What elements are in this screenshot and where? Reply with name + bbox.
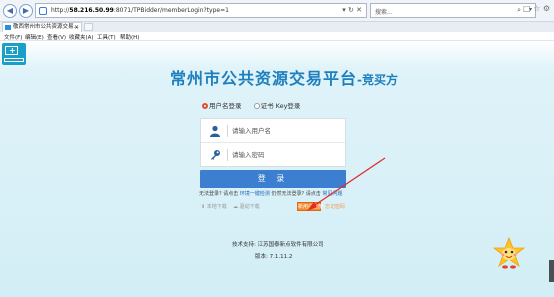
back-icon[interactable]: ◀ <box>3 4 17 18</box>
tech-support-text: 技术支持: 江苏国泰新点软件有限公司 <box>232 242 324 248</box>
tab-bar: 敬西常州市公共资源交易... × <box>0 22 554 32</box>
login-button[interactable]: 登 录 <box>200 170 346 188</box>
version-text: 版本: 7.1.11.2 <box>255 254 293 260</box>
register-button[interactable]: 新用户注册 <box>297 202 323 211</box>
tab-login-page[interactable]: 敬西常州市公共资源交易... × <box>2 22 82 32</box>
divider <box>227 149 228 161</box>
username-row <box>201 119 347 143</box>
cloud-icon: ☁ <box>233 204 238 210</box>
download-icon: ⬇ <box>201 204 206 210</box>
page-content: + 常州市公共资源交易平台-竞买方 用户名登录 证书 Key登录 登 录 无法登… <box>0 41 554 297</box>
new-tab-button[interactable] <box>84 23 93 31</box>
login-option-username[interactable]: 用户名登录 <box>202 102 242 110</box>
search-placeholder: 搜索... <box>375 9 393 16</box>
key-icon <box>209 149 221 161</box>
password-row <box>201 143 347 167</box>
menu-view[interactable]: 查看(V) <box>47 33 66 41</box>
menu-favorites[interactable]: 收藏夹(A) <box>69 33 94 41</box>
forward-icon[interactable]: ▶ <box>19 4 33 18</box>
menu-edit[interactable]: 编辑(E) <box>25 33 44 41</box>
favicon-icon <box>5 25 11 30</box>
page-subtitle: -竞买方 <box>357 73 398 87</box>
browser-toolbar-icons[interactable]: □ ☆ ⚙ <box>523 4 550 13</box>
menu-bar: 文件(F) 编辑(E) 查看(V) 收藏夹(A) 工具(T) 帮助(H) <box>0 32 554 41</box>
side-scroll-tab[interactable] <box>549 260 554 282</box>
search-field[interactable]: 搜索... ⌕ ▾ <box>370 3 536 18</box>
faq-link[interactable]: 常见问题 <box>322 191 342 197</box>
menu-tools[interactable]: 工具(T) <box>97 33 116 41</box>
help-text: 无法登录? 请点击 环境一键检测 仍然无法登录? 请点击 常见问题 <box>199 191 343 197</box>
password-input[interactable] <box>232 149 340 161</box>
page-title: 常州市公共资源交易平台-竞买方 <box>170 69 398 88</box>
forgot-password-link[interactable]: 忘记密码 <box>325 203 345 210</box>
login-option-key[interactable]: 证书 Key登录 <box>253 102 300 110</box>
driver-download-link[interactable]: ☁ 驱动下载 <box>233 203 260 210</box>
radio-unchecked-icon[interactable] <box>253 103 260 109</box>
site-logo-icon: + <box>2 43 26 65</box>
close-icon[interactable]: × <box>74 23 79 32</box>
env-check-link[interactable]: 环境一键检测 <box>240 191 270 197</box>
local-download-link[interactable]: ⬇ 本地下载 <box>201 203 227 210</box>
user-icon <box>209 125 221 137</box>
url-tools-icons[interactable]: ▾ ↻ ✕ <box>342 6 362 14</box>
login-form <box>200 118 347 167</box>
tab-title: 敬西常州市公共资源交易... <box>13 24 79 30</box>
browser-address-bar: ◀ ▶ http://58.216.50.99:8071/TPBidder/me… <box>0 0 554 22</box>
menu-help[interactable]: 帮助(H) <box>120 33 139 41</box>
search-icon[interactable]: ⌕ <box>517 6 521 15</box>
url-text: http://58.216.50.99:8071/TPBidder/member… <box>51 7 229 14</box>
menu-file[interactable]: 文件(F) <box>4 33 22 41</box>
bottom-links: ⬇ 本地下载 ☁ 驱动下载 新用户注册 忘记密码 <box>201 202 361 212</box>
divider <box>227 125 228 137</box>
radio-checked-icon[interactable] <box>202 103 208 109</box>
ie-page-icon <box>39 7 47 15</box>
mascot-star-icon[interactable] <box>492 236 526 270</box>
login-mode-options: 用户名登录 证书 Key登录 <box>202 100 300 110</box>
username-input[interactable] <box>232 125 340 137</box>
url-field[interactable]: http://58.216.50.99:8071/TPBidder/member… <box>35 3 367 18</box>
